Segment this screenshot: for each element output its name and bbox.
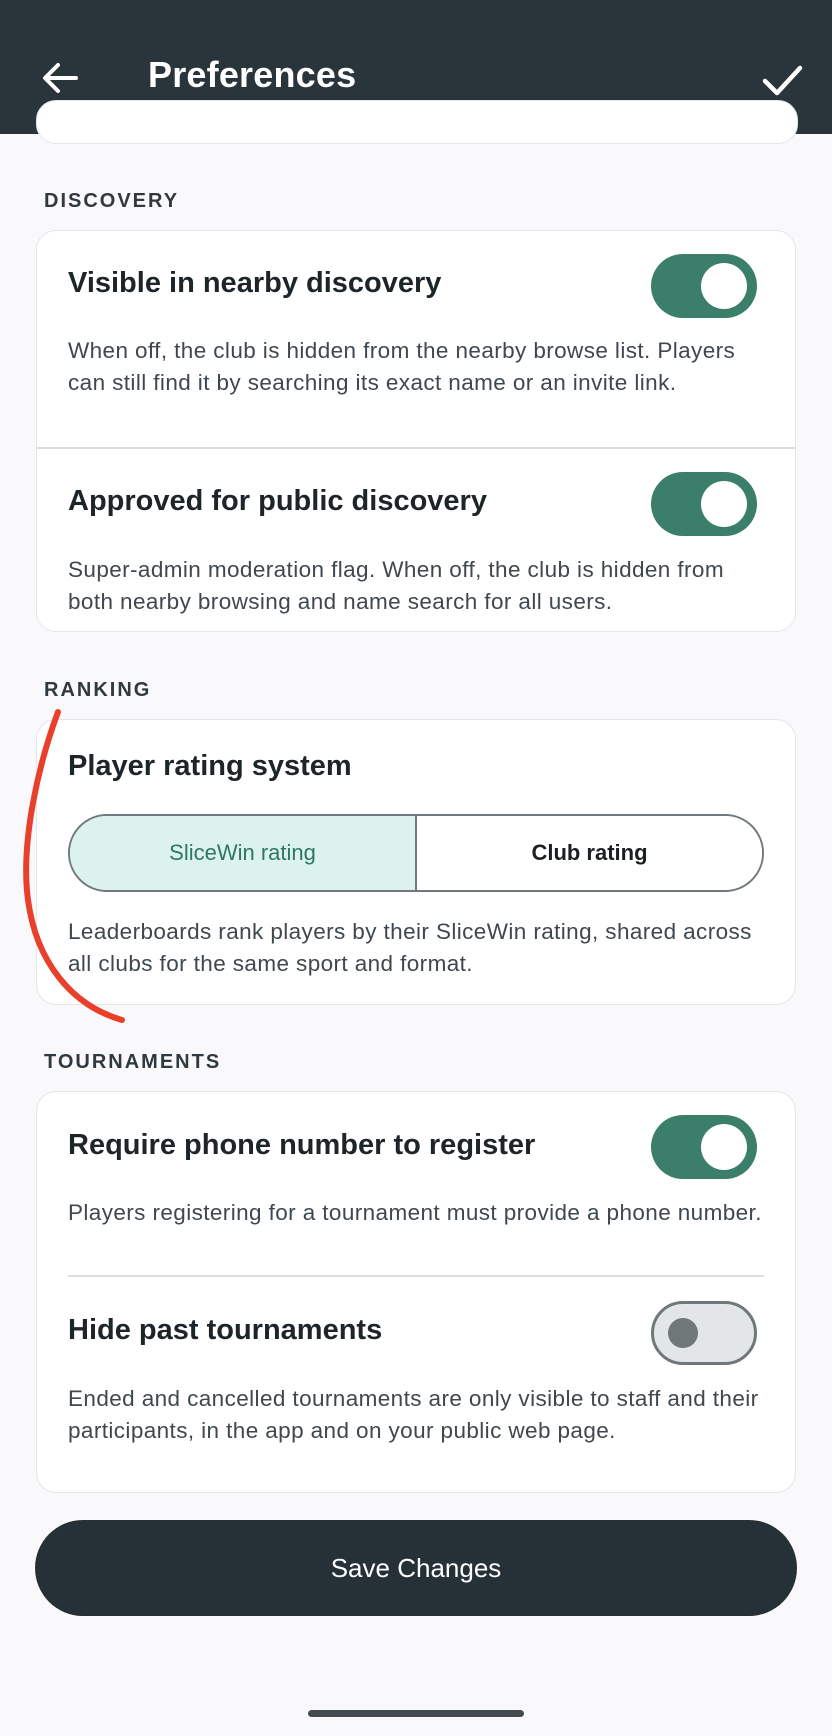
- ranking-card: Player rating system SliceWin rating Clu…: [36, 719, 796, 1005]
- check-icon[interactable]: [760, 58, 804, 102]
- setting-title: Hide past tournaments: [68, 1314, 383, 1346]
- setting-title: Require phone number to register: [68, 1129, 536, 1161]
- setting-description: Super-admin moderation flag. When off, t…: [68, 557, 724, 614]
- section-label-discovery: DISCOVERY: [44, 190, 180, 212]
- discovery-card: Visible in nearby discovery When off, th…: [36, 230, 796, 632]
- previous-card-edge: [36, 100, 798, 144]
- setting-title: Visible in nearby discovery: [68, 267, 442, 299]
- rating-system-segmented-control: SliceWin rating Club rating: [68, 814, 764, 892]
- nearby-discovery-toggle[interactable]: [651, 254, 757, 318]
- home-indicator: [308, 1710, 524, 1717]
- hide-past-tournaments-toggle[interactable]: [651, 1301, 757, 1365]
- toggle-knob: [701, 1124, 747, 1170]
- require-phone-toggle[interactable]: [651, 1115, 757, 1179]
- arrow-left-icon[interactable]: [40, 58, 80, 98]
- setting-title: Approved for public discovery: [68, 485, 487, 517]
- toggle-knob: [701, 481, 747, 527]
- segment-club-rating[interactable]: Club rating: [417, 816, 762, 890]
- setting-row-public-discovery: Approved for public discovery Super-admi…: [37, 449, 795, 631]
- setting-description: When off, the club is hidden from the ne…: [68, 338, 736, 395]
- toggle-knob: [701, 263, 747, 309]
- setting-row-require-phone: Require phone number to register Players…: [37, 1092, 795, 1276]
- section-label-tournaments: TOURNAMENTS: [44, 1051, 222, 1073]
- segment-slicewin-rating[interactable]: SliceWin rating: [70, 816, 417, 890]
- divider: [68, 1275, 764, 1277]
- setting-title: Player rating system: [68, 750, 352, 782]
- public-discovery-toggle[interactable]: [651, 472, 757, 536]
- section-label-ranking: RANKING: [44, 679, 152, 701]
- setting-row-nearby-discovery: Visible in nearby discovery When off, th…: [37, 231, 795, 447]
- setting-description: Players registering for a tournament mus…: [68, 1200, 762, 1225]
- save-changes-button[interactable]: Save Changes: [35, 1520, 797, 1616]
- tournaments-card: Require phone number to register Players…: [36, 1091, 796, 1493]
- setting-description: Ended and cancelled tournaments are only…: [68, 1386, 759, 1443]
- setting-description: Leaderboards rank players by their Slice…: [68, 919, 752, 976]
- toggle-knob: [668, 1318, 698, 1348]
- page-title: Preferences: [148, 54, 357, 95]
- setting-row-hide-past: Hide past tournaments Ended and cancelle…: [37, 1278, 795, 1492]
